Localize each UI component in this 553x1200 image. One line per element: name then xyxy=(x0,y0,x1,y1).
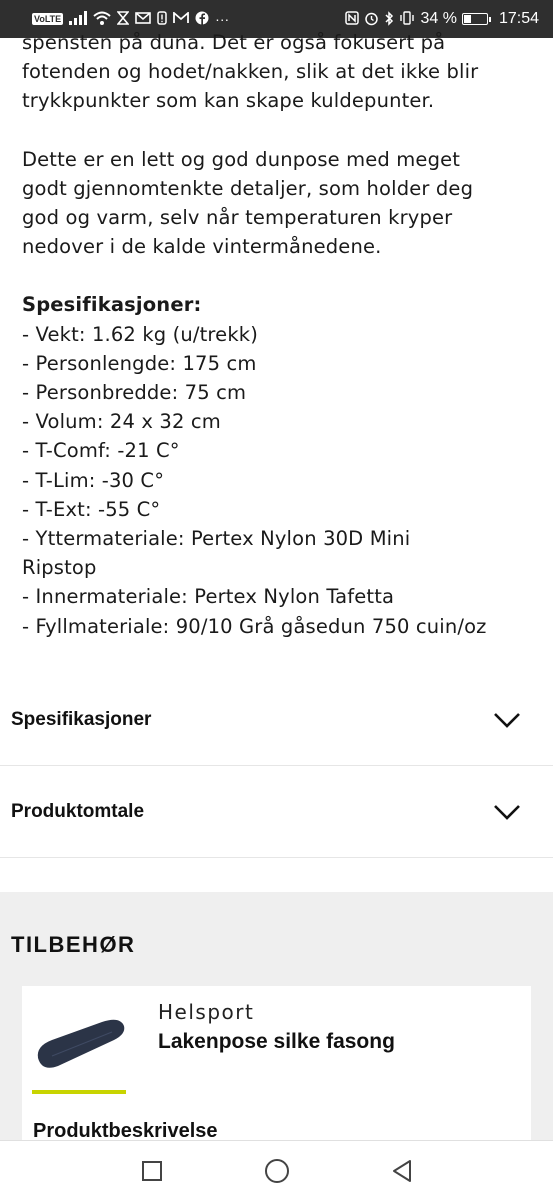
spec-line: - T-Comf: -21 C° xyxy=(22,439,180,463)
more-icon: ··· xyxy=(215,11,230,27)
facebook-icon xyxy=(195,11,209,27)
square-icon xyxy=(141,1160,162,1181)
battery-level xyxy=(463,15,472,23)
recent-apps-button[interactable] xyxy=(137,1156,167,1186)
spec-heading: Spesifikasjoner: xyxy=(22,293,202,317)
accordion-spesifikasjoner[interactable]: Spesifikasjoner xyxy=(0,674,553,766)
wifi-icon xyxy=(93,11,111,27)
sleeping-bag-liner-image xyxy=(37,1019,125,1068)
accent-bar xyxy=(32,1090,126,1094)
nfc-icon xyxy=(345,11,360,27)
product-brand: Helsport xyxy=(158,1000,255,1024)
description-line: god og varm, selv når temperaturen krype… xyxy=(22,206,453,230)
bluetooth-icon xyxy=(384,10,394,28)
gmail-icon xyxy=(173,11,190,26)
spec-line: - Personlengde: 175 cm xyxy=(22,351,257,375)
home-button[interactable] xyxy=(262,1156,292,1186)
spec-line: - Volum: 24 x 32 cm xyxy=(22,410,221,434)
spec-list: - Vekt: 1.62 kg (u/trekk) - Personlengde… xyxy=(22,320,542,641)
back-button[interactable] xyxy=(387,1156,417,1186)
navigation-bar xyxy=(0,1140,553,1200)
description-line: nedover i de kalde vintermånedene. xyxy=(22,235,382,259)
accessory-card[interactable]: Helsport Lakenpose silke fasong Produktb… xyxy=(22,986,531,1156)
product-description: spensten på duna. Det er også fokusert p… xyxy=(22,28,542,641)
accordion-produktomtale[interactable]: Produktomtale xyxy=(0,766,553,858)
volte-badge: VoLTE xyxy=(32,13,64,25)
battery-percent: 34 % xyxy=(420,10,457,27)
accessories-title: TILBEHØR xyxy=(11,932,136,957)
spec-line: - Yttermateriale: Pertex Nylon 30D Mini xyxy=(22,527,411,551)
description-line: spensten på duna. Det er også fokusert p… xyxy=(22,31,446,54)
chevron-down-icon xyxy=(494,804,520,820)
vibrate-icon xyxy=(399,11,415,27)
spec-line: - Innermateriale: Pertex Nylon Tafetta xyxy=(22,585,395,609)
spec-line: - Personbredde: 75 cm xyxy=(22,381,247,405)
hourglass-icon xyxy=(116,11,130,27)
clock: 17:54 xyxy=(498,10,539,27)
spec-line: Ripstop xyxy=(22,556,97,580)
description-line: trykkpunkter som kan skape kuldepunter. xyxy=(22,89,435,113)
status-bar-right: 34 % 17:54 xyxy=(345,10,539,28)
battery-icon xyxy=(461,13,491,25)
accordion-label: Produktomtale xyxy=(11,800,145,822)
spec-line: - T-Lim: -30 C° xyxy=(22,468,165,492)
alarm-icon xyxy=(364,11,379,28)
spec-line: - T-Ext: -55 C° xyxy=(22,497,161,521)
chevron-down-icon xyxy=(494,712,520,728)
status-bar-left: VoLTE ··· xyxy=(32,11,345,27)
circle-icon xyxy=(264,1158,289,1183)
signal-icon xyxy=(69,11,88,27)
back-triangle-icon xyxy=(392,1159,411,1182)
spec-line: - Fyllmateriale: 90/10 Grå gåsedun 750 c… xyxy=(22,614,487,638)
description-line: godt gjennomtenkte detaljer, som holder … xyxy=(22,176,474,200)
product-name[interactable]: Lakenpose silke fasong xyxy=(158,1030,395,1054)
description-line: fotenden og hodet/nakken, slik at det ik… xyxy=(22,60,479,84)
accordion-label: Spesifikasjoner xyxy=(11,708,152,730)
description-line: Dette er en lett og god dunpose med mege… xyxy=(22,147,461,171)
alert-icon xyxy=(157,11,167,27)
spec-line: - Vekt: 1.62 kg (u/trekk) xyxy=(22,322,258,346)
mail-icon xyxy=(135,12,151,26)
product-thumbnail[interactable] xyxy=(32,996,126,1090)
accessories-section: TILBEHØR Helsport Lakenpose silke fasong… xyxy=(0,892,553,1156)
